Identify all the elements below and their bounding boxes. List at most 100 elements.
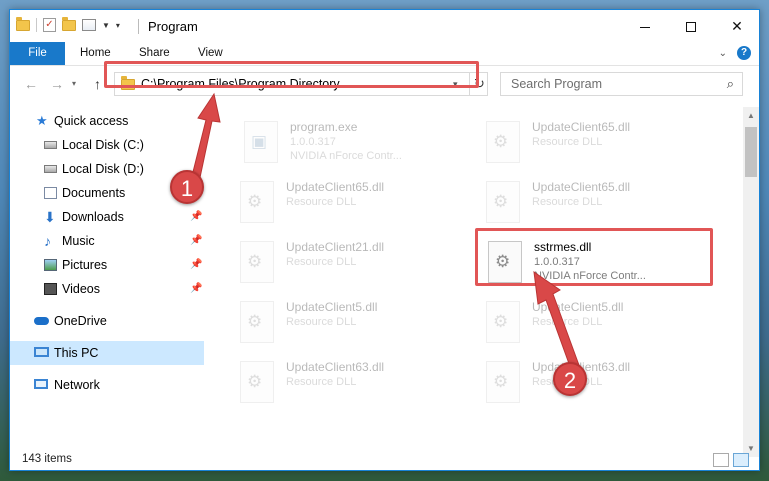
sidebar-item-music[interactable]: ♪ Music 📌	[10, 229, 204, 253]
maximize-button[interactable]	[668, 10, 714, 42]
tab-file[interactable]: File	[10, 42, 65, 65]
sidebar-item-label: Local Disk (D:)	[62, 162, 144, 176]
pictures-icon	[44, 259, 57, 271]
title-divider	[138, 19, 139, 34]
help-icon[interactable]: ?	[737, 46, 751, 60]
sidebar-item-this-pc[interactable]: This PC	[10, 341, 204, 365]
sidebar-item-quick-access[interactable]: ★ Quick access	[10, 109, 204, 133]
sidebar-item-label: Documents	[62, 186, 126, 200]
up-arrow-icon[interactable]: ↑	[94, 76, 101, 92]
file-item[interactable]: UpdateClient63.dll Resource DLL	[240, 357, 480, 409]
star-icon: ★	[36, 113, 48, 128]
properties-check-icon[interactable]: ✓	[43, 18, 56, 32]
scroll-up-icon[interactable]: ▲	[747, 111, 755, 120]
properties-icon[interactable]	[82, 19, 96, 31]
dll-file-icon	[240, 301, 274, 343]
search-icon[interactable]: ⌕	[727, 76, 734, 92]
folder-icon	[16, 16, 30, 31]
sidebar-item-downloads[interactable]: ⬇ Downloads 📌	[10, 205, 204, 229]
dll-file-icon	[486, 361, 520, 403]
dll-file-icon	[486, 301, 520, 343]
toolbar-divider	[36, 18, 37, 32]
sidebar-item-label: Local Disk (C:)	[62, 138, 144, 152]
window-title: Program	[148, 19, 198, 34]
file-item[interactable]: UpdateClient65.dll Resource DLL	[486, 117, 726, 169]
documents-icon	[44, 187, 57, 199]
navigation-pane: ★ Quick access Local Disk (C:) Local Dis…	[10, 107, 206, 447]
large-icons-view-icon[interactable]	[733, 453, 749, 467]
pin-icon[interactable]: 📌	[190, 205, 202, 229]
sidebar-item-label: Videos	[62, 282, 100, 296]
file-item[interactable]: UpdateClient5.dll Resource DLL	[240, 297, 480, 349]
customize-qat-icon[interactable]: ▾	[116, 21, 120, 30]
file-name: UpdateClient65.dll	[532, 180, 631, 194]
address-bar-highlight	[104, 61, 479, 88]
file-version: 1.0.0.317	[290, 136, 336, 148]
music-icon: ♪	[44, 233, 51, 249]
drive-icon	[44, 165, 57, 173]
file-name: UpdateClient65.dll	[286, 180, 385, 194]
sidebar-item-label: Music	[62, 234, 95, 248]
file-name: UpdateClient5.dll	[532, 300, 624, 314]
sidebar-item-label: OneDrive	[54, 314, 107, 328]
sidebar-item-label: Downloads	[62, 210, 124, 224]
vertical-scrollbar[interactable]: ▲ ▼	[743, 107, 759, 457]
details-view-icon[interactable]	[713, 453, 729, 467]
pin-icon[interactable]: 📌	[190, 253, 202, 277]
file-item[interactable]: UpdateClient63.dll Resource DLL	[486, 357, 726, 409]
scrollbar-thumb[interactable]	[745, 127, 757, 177]
sidebar-item-local-disk-c[interactable]: Local Disk (C:)	[10, 133, 204, 157]
file-item[interactable]: UpdateClient21.dll Resource DLL	[240, 237, 480, 289]
search-box[interactable]: Search Program ⌕	[500, 72, 743, 96]
file-type: Resource DLL	[286, 376, 357, 388]
download-icon: ⬇	[44, 209, 56, 225]
computer-icon	[34, 347, 49, 357]
file-type: Resource DLL	[532, 196, 603, 208]
file-type: Resource DLL	[532, 136, 603, 148]
file-item[interactable]: UpdateClient65.dll Resource DLL	[486, 177, 726, 229]
pin-icon[interactable]: 📌	[190, 229, 202, 253]
file-name: UpdateClient21.dll	[286, 240, 385, 254]
dll-file-icon	[240, 181, 274, 223]
dll-file-icon	[240, 361, 274, 403]
videos-icon	[44, 283, 57, 295]
dll-file-icon	[486, 181, 520, 223]
dll-file-icon	[486, 121, 520, 163]
new-folder-icon[interactable]	[62, 16, 76, 31]
pin-icon[interactable]: 📌	[190, 277, 202, 301]
file-name: UpdateClient65.dll	[532, 120, 631, 134]
status-bar: 143 items	[10, 450, 759, 470]
sidebar-item-pictures[interactable]: Pictures 📌	[10, 253, 204, 277]
step-1-badge: 1	[170, 170, 204, 204]
file-name: program.exe	[290, 120, 358, 134]
quick-access-toolbar: ✓ ▼ ▾	[16, 16, 120, 32]
step-2-badge: 2	[553, 362, 587, 396]
network-icon	[34, 379, 48, 389]
cloud-icon	[34, 317, 49, 325]
back-arrow-icon[interactable]: ←	[24, 76, 38, 92]
title-bar: ✓ ▼ ▾ Program ✕	[10, 10, 759, 42]
sidebar-item-label: This PC	[54, 346, 99, 360]
file-item[interactable]: UpdateClient65.dll Resource DLL	[240, 177, 480, 229]
sidebar-item-label: Network	[54, 378, 100, 392]
forward-arrow-icon[interactable]: →	[50, 76, 64, 92]
drive-icon	[44, 141, 57, 149]
file-item[interactable]: UpdateClient5.dll Resource DLL	[486, 297, 726, 349]
minimize-button[interactable]	[622, 10, 668, 42]
qat-dropdown-icon[interactable]: ▼	[102, 21, 110, 30]
maximize-icon	[686, 22, 696, 33]
view-switcher	[713, 453, 749, 467]
minimize-icon	[640, 26, 650, 28]
recent-locations-icon[interactable]: ▾	[72, 79, 76, 88]
expand-ribbon-icon[interactable]: ⌄	[719, 48, 727, 59]
file-type: Resource DLL	[286, 196, 357, 208]
close-button[interactable]: ✕	[714, 10, 759, 42]
sidebar-item-label: Quick access	[54, 114, 129, 128]
file-highlight	[475, 228, 713, 286]
search-input[interactable]: Search Program	[511, 77, 602, 91]
sidebar-item-network[interactable]: Network	[10, 373, 204, 397]
sidebar-item-label: Pictures	[62, 258, 108, 272]
file-item[interactable]: program.exe 1.0.0.317 NVIDIA nForce Cont…	[244, 117, 484, 169]
sidebar-item-onedrive[interactable]: OneDrive	[10, 309, 204, 333]
sidebar-item-videos[interactable]: Videos 📌	[10, 277, 204, 301]
